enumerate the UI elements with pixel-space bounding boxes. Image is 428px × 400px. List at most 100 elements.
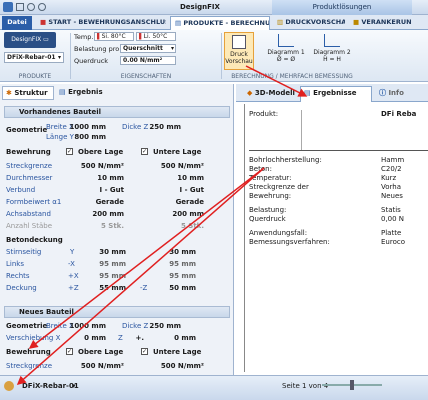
tab-ergebnis[interactable]: ▤ Ergebnis — [56, 86, 108, 100]
chevron-down-icon[interactable]: ▾ — [72, 382, 76, 390]
redo-icon[interactable] — [38, 3, 46, 11]
anzahl-oben[interactable]: 5 Stk. — [66, 222, 124, 230]
obere-lage2-checkbox[interactable]: ✓ — [66, 348, 73, 355]
achsabstand-oben[interactable]: 200 mm — [66, 210, 124, 218]
laenge-y-value[interactable]: 800 mm — [66, 133, 106, 141]
deckung-axis-bottom: -Z — [140, 284, 148, 292]
tab-struktur[interactable]: ✱ Struktur — [2, 86, 54, 100]
tab-datei[interactable]: Datei — [2, 16, 32, 30]
diagramm2-button[interactable]: Diagramm 2 H = H — [310, 32, 354, 70]
status-product: DFiX-Rebar-01 — [22, 382, 79, 390]
section-neues-bauteil[interactable]: Neues Bauteil — [4, 306, 230, 318]
tab-start[interactable]: ■ START - BEWEHRUNGSANSCHLUSS — [36, 16, 166, 30]
rechts-unten[interactable]: 95 mm — [156, 272, 196, 280]
tab-druckvorschau[interactable]: ▥ DRUCKVORSCHAU — [273, 16, 345, 30]
divider — [301, 110, 302, 150]
druck-vorschau-button[interactable]: Druck Vorschau — [224, 32, 254, 70]
section-vorhandenes-bauteil[interactable]: Vorhandenes Bauteil — [4, 106, 230, 118]
querdruck-field[interactable]: 0.00 N/mm² — [120, 56, 176, 65]
result-key: Temperatur: — [249, 174, 292, 182]
divider — [70, 33, 71, 79]
stirnseitig-oben[interactable]: 30 mm — [86, 248, 126, 256]
status-bar: DFiX-Rebar-01 ▾ Seite 1 von 4 — [0, 375, 428, 400]
streckgrenze-oben[interactable]: 500 N/mm² — [66, 162, 124, 170]
verbund-unten[interactable]: I - Gut — [146, 186, 204, 194]
window-title: DesignFIX — [180, 3, 220, 11]
zoom-slider[interactable] — [322, 380, 382, 390]
geometrie2-label: Geometrie — [6, 322, 48, 330]
tab-3d-modell[interactable]: ◆ 3D-Modell — [244, 87, 298, 101]
diagramm1-button[interactable]: Diagramm 1 Ø = Ø — [264, 32, 308, 70]
streckgrenze-label: Streckgrenze — [6, 162, 53, 170]
document-preview: Produkt: DFi Reba Bohrlochherstellung: Ha… — [244, 104, 428, 372]
tab-verankerung[interactable]: ■ VERANKERUN — [349, 16, 428, 30]
dicke-z-value[interactable]: 250 mm — [141, 123, 181, 131]
group-produkte: PRODUKTE — [18, 73, 52, 80]
untere-lage-checkbox[interactable]: ✓ — [141, 148, 148, 155]
streckgrenze2-unten[interactable]: 500 N/mm² — [146, 362, 204, 370]
rechts-oben[interactable]: 95 mm — [86, 272, 126, 280]
temp-short-field[interactable]: ▌Si. 80°C — [94, 32, 134, 41]
untere-lage2-checkbox[interactable]: ✓ — [141, 348, 148, 355]
result-value: 0,00 N — [381, 215, 405, 223]
product-select[interactable]: DFiX-Rebar-01 ▾ — [4, 52, 64, 63]
result-key: Beton: — [249, 165, 272, 173]
undo-icon[interactable] — [27, 3, 35, 11]
stirnseitig-unten[interactable]: 30 mm — [156, 248, 196, 256]
deckung-unten[interactable]: 50 mm — [156, 284, 196, 292]
app-icon — [3, 2, 13, 12]
settings-icon[interactable] — [4, 381, 14, 391]
result-key: Bewehrung: — [249, 192, 292, 200]
verbund-oben[interactable]: I - Gut — [66, 186, 124, 194]
anzahl-unten[interactable]: 5 Stk. — [146, 222, 204, 230]
streckgrenze-unten[interactable]: 500 N/mm² — [146, 162, 204, 170]
durchmesser-unten[interactable]: 10 mm — [146, 174, 204, 182]
printer-icon: ▤ — [304, 89, 314, 97]
temp-label: Temp. — [74, 33, 94, 41]
deckung-oben[interactable]: 55 mm — [86, 284, 126, 292]
temp-long-field[interactable]: ▌Li. 50°C — [136, 32, 176, 41]
untere-lage-label: Untere Lage — [153, 148, 202, 156]
verschiebung-label: Verschiebung X — [6, 334, 61, 342]
result-key: Belastung: — [249, 206, 287, 214]
durchmesser-label: Durchmesser — [6, 174, 53, 182]
stirnseitig-axis: Y — [70, 248, 75, 256]
links-unten[interactable]: 95 mm — [156, 260, 196, 268]
verschiebung-x-value[interactable]: 0 mm — [66, 334, 106, 342]
ribbon: DesignFIX ▭ DFiX-Rebar-01 ▾ PRODUKTE Temp… — [0, 30, 428, 82]
obere-lage-checkbox[interactable]: ✓ — [66, 148, 73, 155]
result-key: Querdruck — [249, 215, 286, 223]
tab-produkte[interactable]: ▤ PRODUKTE - BERECHNUNG — [170, 16, 270, 30]
durchmesser-oben[interactable]: 10 mm — [66, 174, 124, 182]
bewehrung-label: Bewehrung — [6, 148, 51, 156]
save-icon[interactable] — [16, 3, 24, 11]
line-chart-icon — [324, 34, 340, 47]
links-oben[interactable]: 95 mm — [86, 260, 126, 268]
result-key: Streckgrenze der — [249, 183, 309, 191]
verschiebung-z-value[interactable]: 0 mm — [156, 334, 196, 342]
belastung-select[interactable]: Querschnitt ▾ — [120, 44, 176, 53]
breite-x-value[interactable]: 1000 mm — [66, 123, 106, 131]
print-preview-icon — [232, 35, 246, 49]
rechts-axis: +X — [68, 272, 79, 280]
produkt-label: Produkt: — [249, 110, 279, 118]
verschiebung-plus[interactable]: +. — [124, 334, 144, 342]
dicke-z2-value[interactable]: 250 mm — [141, 322, 181, 330]
line-chart-icon — [278, 34, 294, 47]
querdruck-label: Querdruck — [74, 57, 109, 65]
formbeiwert-unten[interactable]: Gerade — [146, 198, 204, 206]
tab-ergebnisse[interactable]: ▤ Ergebnisse — [300, 86, 372, 102]
streckgrenze2-oben[interactable]: 500 N/mm² — [66, 362, 124, 370]
result-value: Hamm — [381, 156, 405, 164]
achsabstand-unten[interactable]: 200 mm — [146, 210, 204, 218]
result-value: Statis — [381, 206, 401, 214]
breite-x2-value[interactable]: 1000 mm — [66, 322, 106, 330]
deckung-axis-top: +Z — [68, 284, 79, 292]
formbeiwert-oben[interactable]: Gerade — [66, 198, 124, 206]
achsabstand-label: Achsabstand — [6, 210, 51, 218]
untere-lage2-label: Untere Lage — [153, 348, 202, 356]
tab-info[interactable]: ⓘ Info — [376, 87, 428, 101]
links-label: Links — [6, 260, 24, 268]
left-panel: ✱ Struktur ▤ Ergebnis Vorhandenes Bautei… — [0, 84, 234, 375]
streckgrenze2-label: Streckgrenze — [6, 362, 53, 370]
